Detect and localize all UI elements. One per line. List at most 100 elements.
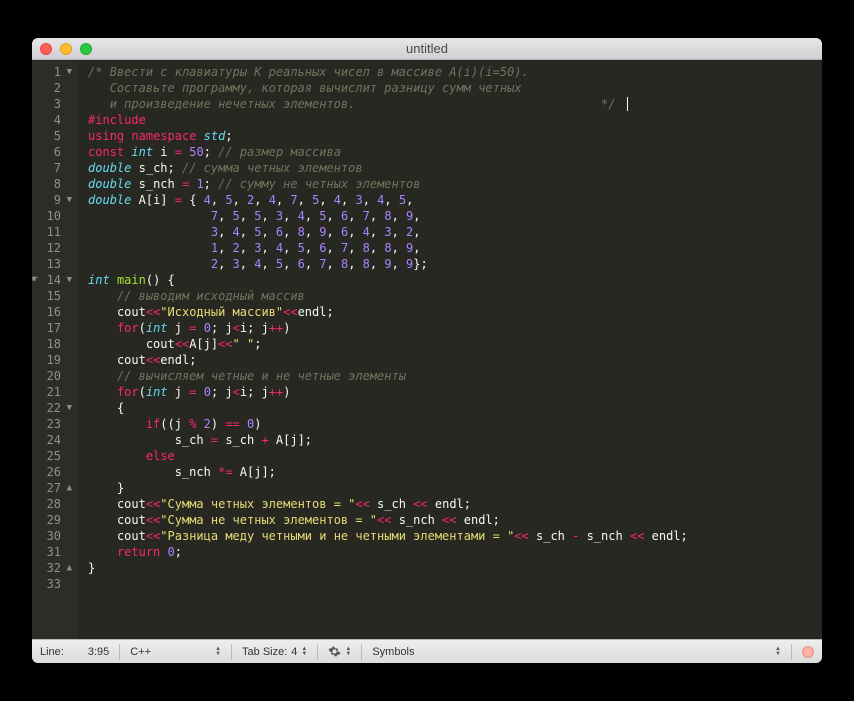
gutter-line[interactable]: ☛14▼ [32,272,72,288]
fold-icon[interactable]: ▼ [64,192,72,208]
code-line[interactable] [88,576,822,592]
code-line[interactable]: using namespace std; [88,128,822,144]
record-indicator-icon[interactable] [802,646,814,658]
line-number: 18 [41,336,61,352]
line-number: 7 [41,160,61,176]
line-number: 9 [41,192,61,208]
status-language[interactable]: C++ ▲▼ [130,646,221,658]
line-number: 29 [41,512,61,528]
code-line[interactable]: 2, 3, 4, 5, 6, 7, 8, 8, 9, 9}; [88,256,822,272]
code-line[interactable]: /* Ввести с клавиатуры K реальных чисел … [88,64,822,80]
gutter-line[interactable]: 33 [32,576,72,592]
gutter-line[interactable]: 17 [32,320,72,336]
code-line[interactable]: cout<<"Сумма не четных элементов = "<< s… [88,512,822,528]
close-button[interactable] [40,43,52,55]
code-line[interactable]: } [88,480,822,496]
gutter-line[interactable]: 18 [32,336,72,352]
code-line[interactable]: cout<<"Исходный массив"<<endl; [88,304,822,320]
gutter-line[interactable]: 27▲ [32,480,72,496]
zoom-button[interactable] [80,43,92,55]
code-line[interactable]: else [88,448,822,464]
minimize-button[interactable] [60,43,72,55]
code-line[interactable]: cout<<"Разница меду четными и не четными… [88,528,822,544]
gutter-line[interactable]: 24 [32,432,72,448]
code-line[interactable]: // выводим исходный массив [88,288,822,304]
code-line[interactable]: Составьте программу, которая вычислит ра… [88,80,822,96]
code-line[interactable]: return 0; [88,544,822,560]
gutter-line[interactable]: 20 [32,368,72,384]
gutter-line[interactable]: 4 [32,112,72,128]
gutter-line[interactable]: 9▼ [32,192,72,208]
gear-icon [328,645,341,658]
code-line[interactable]: double s_nch = 1; // сумму не четных эле… [88,176,822,192]
gutter-line[interactable]: 21 [32,384,72,400]
line-number: 4 [41,112,61,128]
gutter-line[interactable]: 16 [32,304,72,320]
code-line[interactable]: 1, 2, 3, 4, 5, 6, 7, 8, 8, 9, [88,240,822,256]
line-number: 33 [41,576,61,592]
gutter-line[interactable]: 31 [32,544,72,560]
code-line[interactable]: double A[i] = { 4, 5, 2, 4, 7, 5, 4, 3, … [88,192,822,208]
line-number: 21 [41,384,61,400]
gutter-line[interactable]: 28 [32,496,72,512]
code-line[interactable]: } [88,560,822,576]
fold-icon[interactable]: ▲ [64,480,72,496]
gutter-line[interactable]: 11 [32,224,72,240]
line-number: 31 [41,544,61,560]
code-line[interactable]: // вычисляем четные и не четные элементы [88,368,822,384]
status-position[interactable]: 3:95 [88,646,109,658]
code-line[interactable]: { [88,400,822,416]
code-line[interactable]: if((j % 2) == 0) [88,416,822,432]
gutter-line[interactable]: 32▲ [32,560,72,576]
gutter-line[interactable]: 15 [32,288,72,304]
line-number: 6 [41,144,61,160]
code-line[interactable]: double s_ch; // сумма четных элементов [88,160,822,176]
gutter-line[interactable]: 12 [32,240,72,256]
code-line[interactable]: s_ch = s_ch + A[j]; [88,432,822,448]
fold-icon[interactable]: ▼ [64,400,72,416]
gutter-line[interactable]: 25 [32,448,72,464]
fold-icon[interactable]: ▼ [64,64,72,80]
code-line[interactable]: int main() { [88,272,822,288]
gutter-line[interactable]: 8 [32,176,72,192]
gutter-line[interactable]: 7 [32,160,72,176]
gutter-line[interactable]: 5 [32,128,72,144]
status-settings[interactable]: ▲▼ [328,645,351,658]
gutter[interactable]: 1▼23456789▼10111213☛14▼1516171819202122▼… [32,60,78,639]
code-line[interactable]: 7, 5, 5, 3, 4, 5, 6, 7, 8, 9, [88,208,822,224]
line-number: 23 [41,416,61,432]
line-number: 28 [41,496,61,512]
code-line[interactable]: for(int j = 0; j<i; j++) [88,320,822,336]
gutter-line[interactable]: 23 [32,416,72,432]
gutter-line[interactable]: 29 [32,512,72,528]
code-line[interactable]: const int i = 50; // размер массива [88,144,822,160]
gutter-line[interactable]: 13 [32,256,72,272]
gutter-line[interactable]: 30 [32,528,72,544]
fold-icon[interactable]: ▼ [64,272,72,288]
gutter-line[interactable]: 10 [32,208,72,224]
window-title: untitled [32,41,822,56]
code-line[interactable]: for(int j = 0; j<i; j++) [88,384,822,400]
gutter-line[interactable]: 22▼ [32,400,72,416]
line-number: 22 [41,400,61,416]
code-line[interactable]: cout<<endl; [88,352,822,368]
gutter-line[interactable]: 26 [32,464,72,480]
gutter-line[interactable]: 6 [32,144,72,160]
gutter-line[interactable]: 3 [32,96,72,112]
code-content[interactable]: /* Ввести с клавиатуры K реальных чисел … [78,60,822,639]
line-number: 3 [41,96,61,112]
editor-area[interactable]: 1▼23456789▼10111213☛14▼1516171819202122▼… [32,60,822,639]
status-symbols[interactable]: Symbols [372,646,414,658]
gutter-line[interactable]: 19 [32,352,72,368]
gutter-line[interactable]: 2 [32,80,72,96]
code-line[interactable]: #include [88,112,822,128]
code-line[interactable]: и произведение нечетных элементов. */ [88,96,822,112]
line-number: 14 [41,272,61,288]
gutter-line[interactable]: 1▼ [32,64,72,80]
code-line[interactable]: cout<<"Сумма четных элементов = "<< s_ch… [88,496,822,512]
status-tabsize[interactable]: Tab Size: 4 ▲▼ [242,646,307,658]
fold-icon[interactable]: ▲ [64,560,72,576]
code-line[interactable]: 3, 4, 5, 6, 8, 9, 6, 4, 3, 2, [88,224,822,240]
code-line[interactable]: s_nch *= A[j]; [88,464,822,480]
code-line[interactable]: cout<<A[j]<<" "; [88,336,822,352]
